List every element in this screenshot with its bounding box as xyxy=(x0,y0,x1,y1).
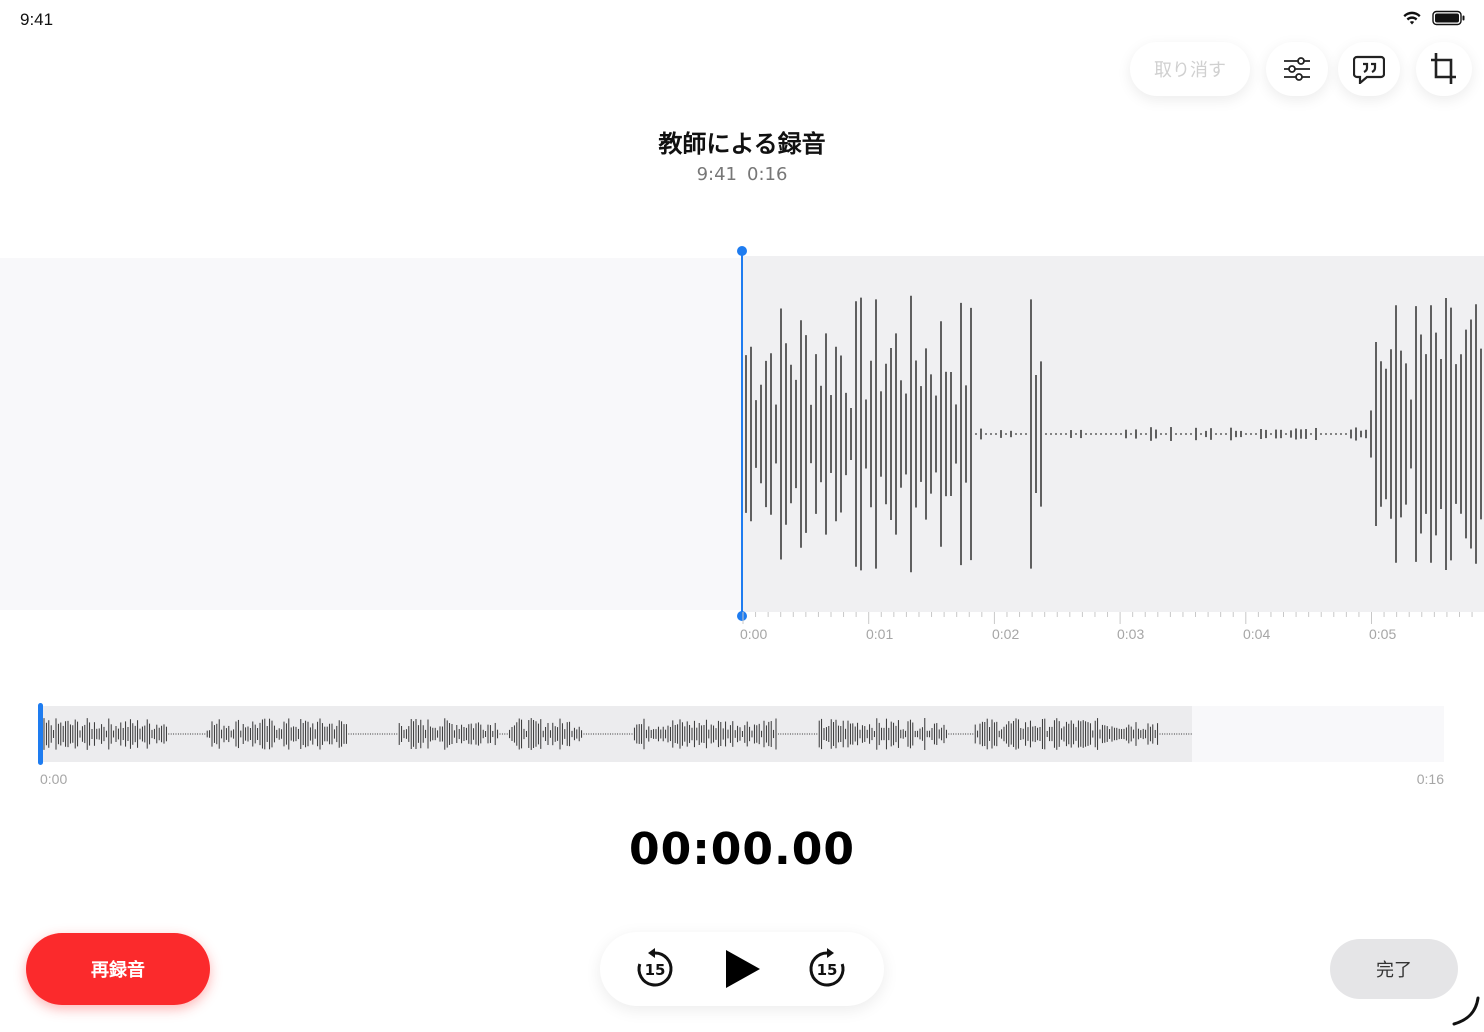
overview-scrubber[interactable] xyxy=(38,703,43,765)
skip-forward-15-icon[interactable]: 15 xyxy=(806,948,848,990)
recording-time: 9:41 xyxy=(696,164,737,185)
undo-button[interactable]: 取り消す xyxy=(1130,42,1250,96)
tick-label: 0:01 xyxy=(866,626,894,642)
crop-icon xyxy=(1431,53,1456,84)
recording-duration: 0:16 xyxy=(747,164,788,185)
resize-corner-icon xyxy=(1452,996,1480,1026)
recording-title: 教師による録音 xyxy=(658,130,826,158)
recording-subtitle: 9:41 0:16 xyxy=(0,164,1484,185)
waveform-past-area xyxy=(0,258,742,610)
tick-label: 0:05 xyxy=(1369,626,1397,642)
wifi-icon xyxy=(1403,11,1421,25)
battery-icon xyxy=(1432,10,1465,26)
rerecord-button[interactable]: 再録音 xyxy=(26,933,210,1005)
playhead-top-handle[interactable] xyxy=(737,246,747,256)
done-button[interactable]: 完了 xyxy=(1330,939,1458,999)
tick-label: 0:00 xyxy=(740,626,768,642)
skip-back-label: 15 xyxy=(645,961,666,979)
ruler-ticks xyxy=(742,612,1473,624)
timeline-ruler: 0:00 0:01 0:02 0:03 0:04 0:05 xyxy=(740,612,1484,652)
play-icon[interactable] xyxy=(720,948,764,990)
tick-label: 0:03 xyxy=(1117,626,1145,642)
overview-wave xyxy=(43,718,1192,750)
overview-start-time: 0:00 xyxy=(40,771,68,787)
transport-controls: 15 15 xyxy=(600,932,884,1006)
tick-label: 0:02 xyxy=(992,626,1020,642)
playhead[interactable] xyxy=(741,250,743,616)
crop-button[interactable] xyxy=(1416,42,1472,96)
elapsed-timer: 00:00.00 xyxy=(628,824,855,875)
transcript-button[interactable] xyxy=(1338,42,1400,96)
waveform xyxy=(745,295,1482,573)
skip-forward-label: 15 xyxy=(817,961,838,979)
overview-waveform[interactable] xyxy=(38,706,1444,762)
skip-back-15-icon[interactable]: 15 xyxy=(634,948,676,990)
status-icons xyxy=(1402,10,1466,26)
sliders-icon xyxy=(1284,57,1310,81)
filter-button[interactable] xyxy=(1266,42,1328,96)
waveform-editor[interactable] xyxy=(742,256,1484,612)
status-time: 9:41 xyxy=(20,10,54,29)
overview-end-time: 0:16 xyxy=(1416,771,1444,787)
tick-label: 0:04 xyxy=(1243,626,1271,642)
quote-bubble-icon xyxy=(1353,55,1385,84)
